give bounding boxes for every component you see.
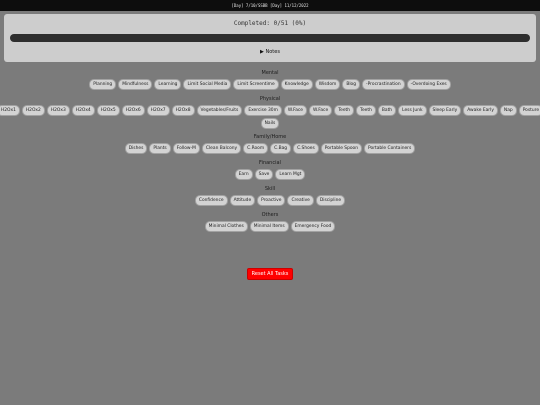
task-button[interactable]: Learning <box>154 79 182 90</box>
task-row-family-home: Dishes Plants Follow-M Clean Balcony C.Room C… <box>0 143 540 154</box>
task-button[interactable]: Discipline <box>315 195 346 206</box>
task-button[interactable]: Learn Mgt <box>275 169 306 180</box>
task-row-physical-1: H2Ox1 H2Ox2 H2Ox3 H2Ox4 H2Ox5 H2Ox6 H2Ox7 H2Ox8… <box>0 105 540 116</box>
task-button[interactable]: Planning <box>89 79 117 90</box>
task-button[interactable]: Knowledge <box>280 79 313 90</box>
task-button[interactable]: Save <box>254 169 274 180</box>
task-button[interactable]: Limit Screentime <box>233 79 279 90</box>
section-title-family-home: Family/Home <box>253 134 287 140</box>
section-title-others: Others <box>261 212 279 218</box>
task-button[interactable]: C.Room <box>243 143 269 154</box>
task-button[interactable]: H2Ox3 <box>46 105 70 116</box>
task-button[interactable]: Emergency Food <box>290 221 336 232</box>
task-button[interactable]: H2Ox7 <box>146 105 170 116</box>
task-button[interactable]: C.Shoes <box>293 143 319 154</box>
task-button[interactable]: Earn <box>234 169 253 180</box>
task-row-skill: Confidence Attitude Proactive Creative Disci… <box>0 195 540 206</box>
task-button[interactable]: C.Bag <box>270 143 292 154</box>
reset-all-tasks-button[interactable]: Reset All Tasks <box>247 268 293 280</box>
task-button[interactable]: Dishes <box>124 143 148 154</box>
task-button[interactable]: H2Ox8 <box>171 105 195 116</box>
task-button[interactable]: Vegetables/Fruits <box>196 105 243 116</box>
task-row-others: Minimal Clothes Minimal Items Emergency Fo… <box>0 221 540 232</box>
task-button[interactable]: Sleep Early <box>428 105 462 116</box>
progress-bar <box>10 34 530 42</box>
task-button[interactable]: Wisdom <box>314 79 341 90</box>
task-button[interactable]: H2Ox5 <box>96 105 120 116</box>
task-button[interactable]: Limit Social Media <box>183 79 232 90</box>
task-button[interactable]: H2Ox1 <box>0 105 20 116</box>
completed-counter: Completed: 0/51 (0%) <box>233 20 307 27</box>
task-button[interactable]: Confidence <box>194 195 228 206</box>
task-button[interactable]: Mindfulness <box>118 79 153 90</box>
task-button[interactable]: -Overdoing Exes <box>406 79 451 90</box>
task-row-mental: Planning Mindfulness Learning Limit Social … <box>0 79 540 90</box>
task-button[interactable]: Nap <box>499 105 517 116</box>
task-button[interactable]: W.Face <box>283 105 308 116</box>
task-button[interactable]: W.Face <box>309 105 333 116</box>
task-button[interactable]: Posture <box>518 105 540 116</box>
task-button[interactable]: Proactive <box>257 195 286 206</box>
task-button[interactable]: Teeth <box>334 105 355 116</box>
task-button[interactable]: Less Junk <box>398 105 427 116</box>
task-row-financial: Earn Save Learn Mgt <box>0 169 540 180</box>
task-button[interactable]: Blog <box>342 79 361 90</box>
task-button[interactable]: Attitude <box>229 195 256 206</box>
task-button[interactable]: Clean Balcony <box>201 143 242 154</box>
section-title-financial: Financial <box>259 160 281 166</box>
task-button[interactable]: Portable Spoon <box>320 143 363 154</box>
section-title-mental: Mental <box>261 70 279 76</box>
section-title-physical: Physical <box>259 96 281 102</box>
task-button[interactable]: Portable Containers <box>364 143 416 154</box>
task-button[interactable]: Exercise 30m <box>244 105 282 116</box>
task-button[interactable]: Minimal Clothes <box>204 221 248 232</box>
progress-panel: Completed: 0/51 (0%) ▶ Notes <box>4 14 536 62</box>
task-button[interactable]: Bath <box>377 105 397 116</box>
task-button[interactable]: Creative <box>287 195 314 206</box>
task-button[interactable]: Follow-M <box>172 143 200 154</box>
task-button[interactable]: Nails <box>260 118 280 129</box>
task-button[interactable]: H2Ox6 <box>121 105 145 116</box>
task-button[interactable]: Awake Early <box>463 105 498 116</box>
top-status-bar: [Day] 7/10/SSBB [Day] 11/12/2022 <box>0 0 540 11</box>
task-button[interactable]: -Procrastination <box>362 79 405 90</box>
topbar-text: [Day] 7/10/SSBB [Day] 11/12/2022 <box>231 3 309 8</box>
task-button[interactable]: Plants <box>149 143 171 154</box>
task-button[interactable]: Minimal Items <box>249 221 289 232</box>
section-title-skill: Skill <box>264 186 276 192</box>
task-row-physical-2: Nails <box>0 118 540 129</box>
task-button[interactable]: H2Ox4 <box>71 105 95 116</box>
task-button[interactable]: H2Ox2 <box>21 105 45 116</box>
notes-toggle[interactable]: ▶ Notes <box>4 49 536 55</box>
notes-label[interactable]: ▶ Notes <box>260 49 280 55</box>
task-button[interactable]: Teeth <box>356 105 376 116</box>
